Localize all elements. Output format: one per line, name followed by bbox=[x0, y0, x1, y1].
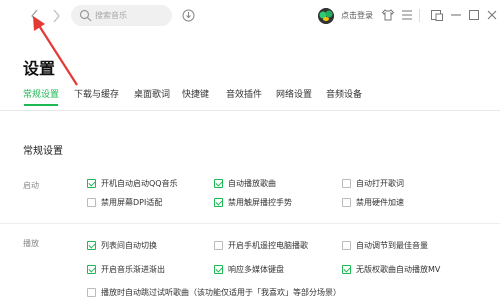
avatar[interactable] bbox=[318, 8, 334, 24]
tab-audio-device[interactable]: 音频设备 bbox=[326, 87, 362, 100]
checkbox[interactable] bbox=[87, 179, 96, 188]
maximize-icon[interactable] bbox=[467, 8, 481, 22]
checkbox[interactable] bbox=[87, 265, 96, 274]
group-label-startup: 启动 bbox=[23, 181, 39, 190]
mini-mode-icon[interactable] bbox=[430, 8, 444, 22]
tabs-divider bbox=[0, 110, 500, 111]
checkbox[interactable] bbox=[342, 241, 351, 250]
minimize-icon[interactable] bbox=[449, 8, 463, 22]
checkbox[interactable] bbox=[214, 179, 223, 188]
annotation-arrow-icon bbox=[33, 16, 78, 86]
group-label-playback: 播放 bbox=[23, 239, 39, 248]
listen-identify-icon[interactable] bbox=[182, 9, 195, 22]
skin-icon[interactable] bbox=[381, 8, 395, 22]
menu-icon[interactable] bbox=[400, 8, 414, 22]
tab-network[interactable]: 网络设置 bbox=[276, 87, 312, 100]
search-icon bbox=[79, 9, 92, 22]
active-tab-indicator bbox=[24, 104, 58, 106]
checkbox[interactable] bbox=[87, 288, 96, 297]
tab-general[interactable]: 常规设置 bbox=[23, 87, 59, 100]
forward-arrow-icon[interactable] bbox=[50, 9, 62, 23]
tab-sound-plugins[interactable]: 音效插件 bbox=[226, 87, 262, 100]
tab-shortcuts[interactable]: 快捷键 bbox=[182, 87, 209, 100]
search-box[interactable] bbox=[71, 5, 172, 26]
checkbox[interactable] bbox=[342, 265, 351, 274]
title-bar: 点击登录 bbox=[0, 0, 500, 34]
tab-download-cache[interactable]: 下载与缓存 bbox=[74, 87, 119, 100]
login-link[interactable]: 点击登录 bbox=[341, 10, 373, 21]
close-icon[interactable] bbox=[485, 8, 499, 22]
search-input[interactable] bbox=[95, 8, 167, 23]
checkbox[interactable] bbox=[214, 241, 223, 250]
page-title: 设置 bbox=[23, 59, 56, 78]
group-divider bbox=[0, 223, 500, 224]
checkbox[interactable] bbox=[214, 265, 223, 274]
checkbox[interactable] bbox=[342, 179, 351, 188]
checkbox[interactable] bbox=[87, 198, 96, 207]
checkbox[interactable] bbox=[87, 241, 96, 250]
checkbox[interactable] bbox=[214, 198, 223, 207]
tab-desktop-lyrics[interactable]: 桌面歌词 bbox=[134, 87, 170, 100]
toolbar-divider bbox=[419, 9, 420, 22]
back-arrow-icon[interactable] bbox=[29, 9, 41, 23]
checkbox[interactable] bbox=[342, 198, 351, 207]
section-title: 常规设置 bbox=[23, 146, 63, 157]
